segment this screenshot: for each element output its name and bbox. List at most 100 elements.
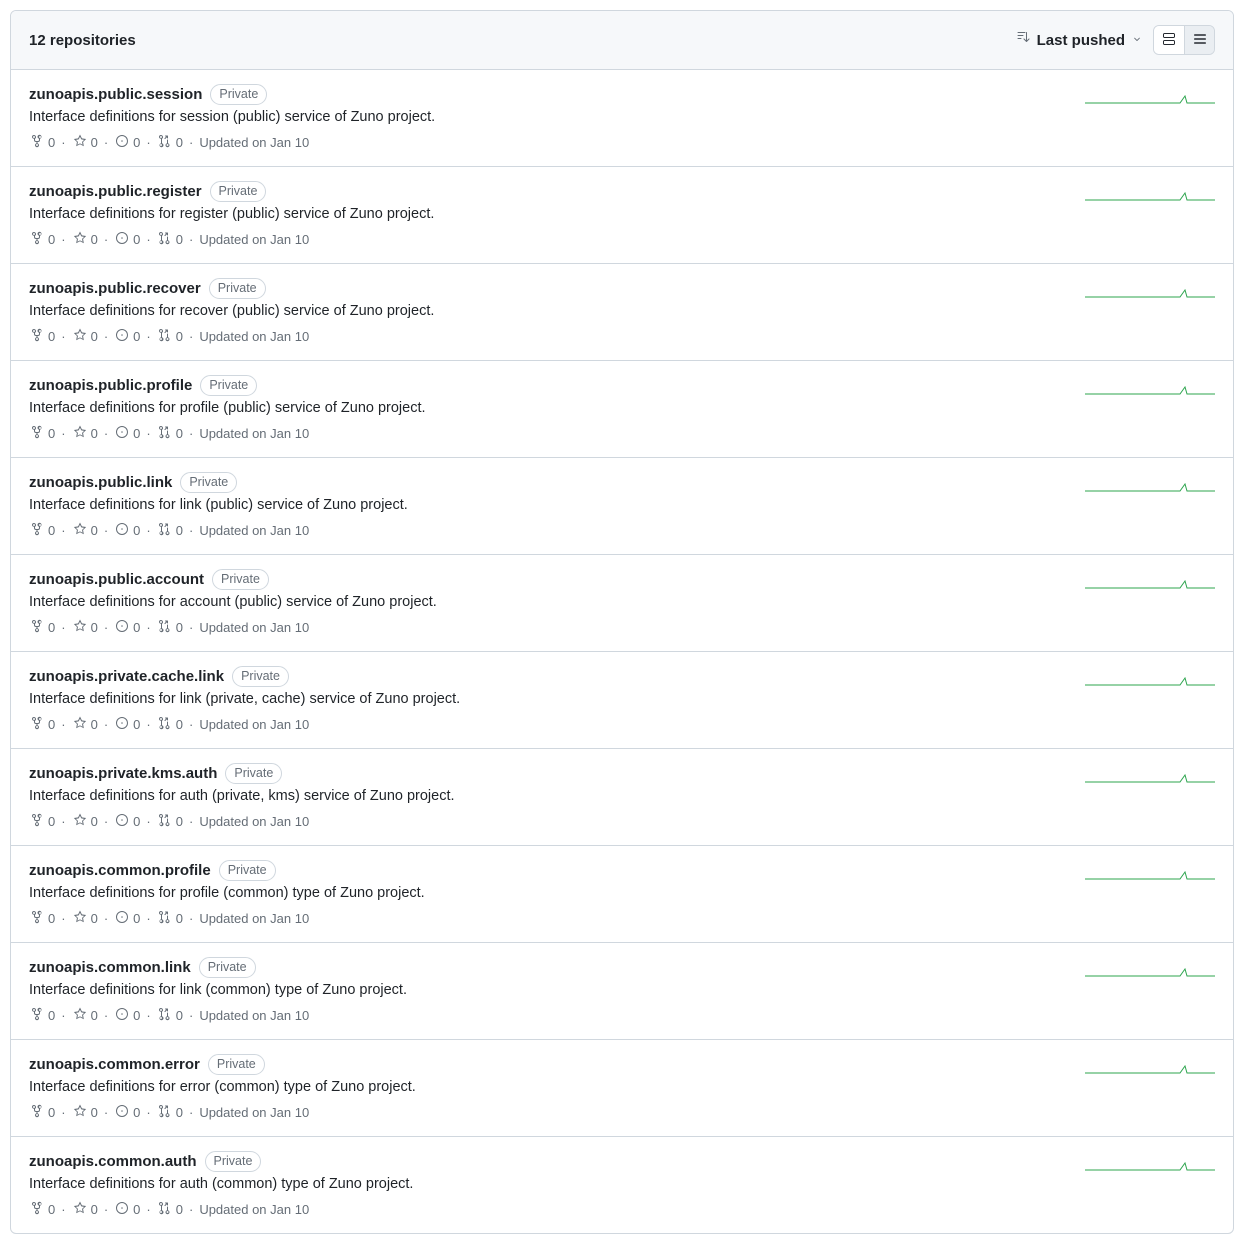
issues-count[interactable]: 0 [114, 1006, 140, 1025]
repo-name-link[interactable]: zunoapis.common.error [29, 1056, 200, 1073]
visibility-badge: Private [232, 666, 289, 687]
issues-count[interactable]: 0 [114, 1200, 140, 1219]
issues-count[interactable]: 0 [114, 812, 140, 831]
issues-count[interactable]: 0 [114, 230, 140, 249]
pulls-count[interactable]: 0 [157, 715, 183, 734]
forks-count[interactable]: 0 [29, 909, 55, 928]
forks-count[interactable]: 0 [29, 133, 55, 152]
forks-count[interactable]: 0 [29, 424, 55, 443]
repo-name-link[interactable]: zunoapis.public.recover [29, 280, 201, 297]
repo-name-link[interactable]: zunoapis.common.auth [29, 1153, 197, 1170]
forks-count[interactable]: 0 [29, 618, 55, 637]
header-controls: Last pushed [1015, 25, 1215, 55]
repo-meta: 0 · 0 · 0 · 0 · Updated on Jan 10 [29, 230, 1069, 249]
pulls-count[interactable]: 0 [157, 521, 183, 540]
forks-count[interactable]: 0 [29, 521, 55, 540]
pulls-count[interactable]: 0 [157, 230, 183, 249]
stars-count[interactable]: 0 [72, 618, 98, 637]
repo-name-link[interactable]: zunoapis.private.cache.link [29, 668, 224, 685]
sort-label: Last pushed [1037, 32, 1125, 49]
forks-count[interactable]: 0 [29, 1200, 55, 1219]
repo-title-row: zunoapis.common.error Private [29, 1054, 1069, 1075]
forks-count[interactable]: 0 [29, 715, 55, 734]
forks-count[interactable]: 0 [29, 230, 55, 249]
updated-label: Updated on Jan 10 [199, 426, 309, 441]
repo-main: zunoapis.public.profile Private Interfac… [29, 375, 1069, 443]
stars-count[interactable]: 0 [72, 1103, 98, 1122]
stars-count[interactable]: 0 [72, 230, 98, 249]
visibility-badge: Private [225, 763, 282, 784]
activity-sparkline [1085, 476, 1215, 496]
repo-name-link[interactable]: zunoapis.public.register [29, 183, 202, 200]
repo-meta: 0 · 0 · 0 · 0 · Updated on Jan 10 [29, 521, 1069, 540]
issues-count[interactable]: 0 [114, 327, 140, 346]
stars-count[interactable]: 0 [72, 909, 98, 928]
issues-count[interactable]: 0 [114, 715, 140, 734]
repo-meta: 0 · 0 · 0 · 0 · Updated on Jan 10 [29, 1103, 1069, 1122]
forks-value: 0 [48, 232, 55, 247]
pulls-count[interactable]: 0 [157, 618, 183, 637]
pulls-count[interactable]: 0 [157, 1103, 183, 1122]
repo-name-link[interactable]: zunoapis.public.profile [29, 377, 192, 394]
stars-count[interactable]: 0 [72, 715, 98, 734]
repo-main: zunoapis.public.session Private Interfac… [29, 84, 1069, 152]
view-card-button[interactable] [1154, 26, 1184, 54]
repo-title-row: zunoapis.private.cache.link Private [29, 666, 1069, 687]
stars-count[interactable]: 0 [72, 424, 98, 443]
stars-count[interactable]: 0 [72, 521, 98, 540]
issues-count[interactable]: 0 [114, 618, 140, 637]
forks-count[interactable]: 0 [29, 1006, 55, 1025]
pulls-count[interactable]: 0 [157, 133, 183, 152]
pulls-count[interactable]: 0 [157, 812, 183, 831]
stars-count[interactable]: 0 [72, 1200, 98, 1219]
issues-count[interactable]: 0 [114, 133, 140, 152]
pulls-count[interactable]: 0 [157, 1006, 183, 1025]
fork-icon [29, 230, 45, 249]
meta-separator: · [189, 523, 193, 538]
chevron-down-icon [1131, 32, 1143, 49]
meta-separator: · [189, 232, 193, 247]
meta-separator: · [146, 1105, 150, 1120]
issue-icon [114, 133, 130, 152]
repo-meta: 0 · 0 · 0 · 0 · Updated on Jan 10 [29, 812, 1069, 831]
pulls-value: 0 [176, 620, 183, 635]
repo-name-link[interactable]: zunoapis.common.profile [29, 862, 211, 879]
repo-name-link[interactable]: zunoapis.common.link [29, 959, 191, 976]
view-list-button[interactable] [1184, 26, 1214, 54]
pull-request-icon [157, 327, 173, 346]
star-icon [72, 1103, 88, 1122]
meta-separator: · [104, 426, 108, 441]
pulls-count[interactable]: 0 [157, 327, 183, 346]
repo-title-row: zunoapis.common.profile Private [29, 860, 1069, 881]
repo-item: zunoapis.common.error Private Interface … [11, 1040, 1233, 1137]
issues-count[interactable]: 0 [114, 909, 140, 928]
stars-count[interactable]: 0 [72, 133, 98, 152]
stars-count[interactable]: 0 [72, 812, 98, 831]
issues-count[interactable]: 0 [114, 1103, 140, 1122]
issue-icon [114, 1006, 130, 1025]
updated-label: Updated on Jan 10 [199, 1008, 309, 1023]
forks-count[interactable]: 0 [29, 1103, 55, 1122]
pulls-count[interactable]: 0 [157, 909, 183, 928]
forks-count[interactable]: 0 [29, 327, 55, 346]
stars-count[interactable]: 0 [72, 327, 98, 346]
repo-name-link[interactable]: zunoapis.private.kms.auth [29, 765, 217, 782]
repo-description: Interface definitions for auth (private,… [29, 788, 1069, 804]
pulls-count[interactable]: 0 [157, 1200, 183, 1219]
stars-count[interactable]: 0 [72, 1006, 98, 1025]
forks-count[interactable]: 0 [29, 812, 55, 831]
stars-value: 0 [91, 426, 98, 441]
repo-title-row: zunoapis.private.kms.auth Private [29, 763, 1069, 784]
sort-button[interactable]: Last pushed [1015, 30, 1143, 50]
meta-separator: · [146, 426, 150, 441]
pulls-value: 0 [176, 426, 183, 441]
pulls-count[interactable]: 0 [157, 424, 183, 443]
repo-name-link[interactable]: zunoapis.public.session [29, 86, 202, 103]
pull-request-icon [157, 1006, 173, 1025]
repo-name-link[interactable]: zunoapis.public.link [29, 474, 172, 491]
issues-count[interactable]: 0 [114, 521, 140, 540]
repo-name-link[interactable]: zunoapis.public.account [29, 571, 204, 588]
issue-icon [114, 327, 130, 346]
repo-meta: 0 · 0 · 0 · 0 · Updated on Jan 10 [29, 618, 1069, 637]
issues-count[interactable]: 0 [114, 424, 140, 443]
